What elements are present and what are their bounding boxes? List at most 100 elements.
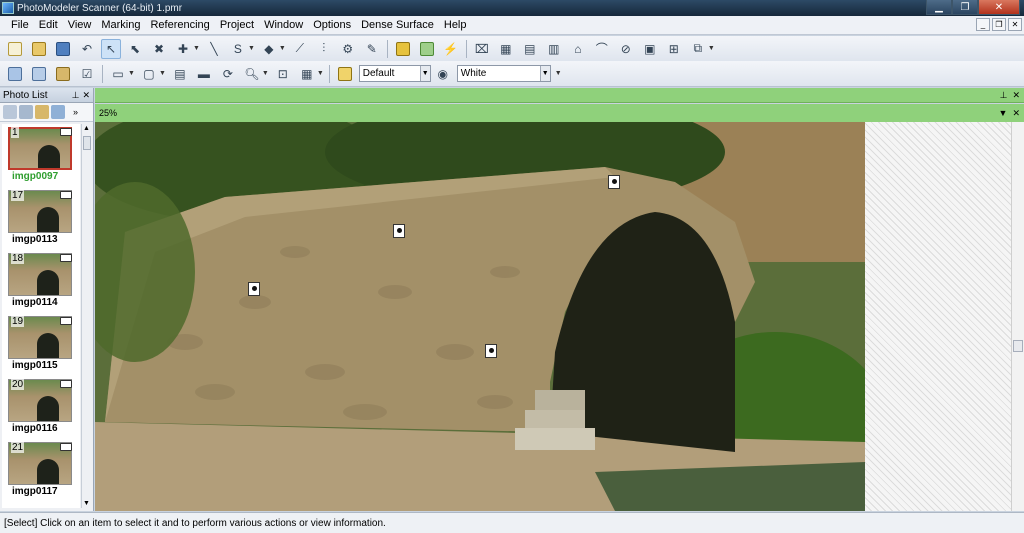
photo-view-icon[interactable] — [5, 64, 25, 84]
viewer-scrollbar[interactable] — [1011, 122, 1024, 511]
sort-icon[interactable] — [35, 105, 49, 119]
calendar-icon[interactable]: ▤ — [170, 64, 190, 84]
menu-window[interactable]: Window — [259, 19, 308, 31]
edit-table-icon[interactable]: ▥ — [544, 39, 564, 59]
menu-referencing[interactable]: Referencing — [145, 19, 214, 31]
sub-pixel-icon[interactable]: ⫶ — [314, 39, 334, 59]
filter-icon[interactable] — [51, 105, 65, 119]
coded-target-marker[interactable] — [393, 224, 405, 238]
color-select[interactable]: White ▼ — [456, 65, 551, 82]
coded-target-marker[interactable] — [248, 282, 260, 296]
quality-icon[interactable] — [417, 39, 437, 59]
pin-icon[interactable]: ⊥ — [72, 90, 80, 101]
menu-file[interactable]: File — [6, 19, 34, 31]
coded-target-marker[interactable] — [485, 344, 497, 358]
minimize-button[interactable]: ▁ — [926, 0, 952, 15]
list-item[interactable]: 21 imgp0117 — [2, 439, 80, 502]
menu-edit[interactable]: Edit — [34, 19, 63, 31]
mdi-restore-button[interactable]: ❐ — [992, 18, 1006, 31]
menu-view[interactable]: View — [63, 19, 97, 31]
dropdown-arrow-icon[interactable]: ▼ — [279, 45, 286, 52]
chevron-down-icon[interactable]: ▼ — [539, 66, 550, 81]
undo-icon[interactable]: ↶ — [77, 39, 97, 59]
menu-dense-surface[interactable]: Dense Surface — [356, 19, 439, 31]
chevron-down-icon[interactable]: ▼ — [419, 66, 430, 81]
dropdown-arrow-icon[interactable]: ▼ — [193, 45, 200, 52]
export-icon[interactable]: ⊞ — [664, 39, 684, 59]
menu-options[interactable]: Options — [308, 19, 356, 31]
list-item[interactable]: 19 imgp0115 — [2, 313, 80, 376]
table-view-icon[interactable]: ▦ — [297, 64, 317, 84]
select-icon[interactable]: ↖ — [101, 38, 121, 59]
scale-icon[interactable]: ▬ — [194, 64, 214, 84]
table-icon[interactable]: ▤ — [520, 39, 540, 59]
zoom-icon[interactable]: 🔍︎ — [242, 64, 262, 84]
coded-target-marker[interactable] — [608, 175, 620, 189]
menu-project[interactable]: Project — [215, 19, 259, 31]
close-icon[interactable]: ✕ — [1012, 90, 1020, 101]
photo-viewer[interactable] — [95, 122, 1024, 511]
surface-icon[interactable]: ◆ — [259, 39, 279, 59]
3d-view-icon[interactable] — [53, 64, 73, 84]
auto-reference-icon[interactable]: ✎ — [362, 39, 382, 59]
list-item[interactable]: 18 imgp0114 — [2, 250, 80, 313]
select-region-icon[interactable]: ⬉ — [125, 39, 145, 59]
window-layout-icon[interactable]: ▭ — [108, 64, 128, 84]
menu-help[interactable]: Help — [439, 19, 472, 31]
scroll-down-icon[interactable]: ▼ — [83, 500, 90, 507]
scrollbar-thumb[interactable] — [1013, 340, 1023, 352]
dropdown-arrow-icon[interactable]: ▼ — [262, 70, 269, 77]
list-item[interactable]: 17 imgp0113 — [2, 187, 80, 250]
dropdown-arrow-icon[interactable]: ▼ — [248, 45, 255, 52]
checklist-icon[interactable]: ☑ — [77, 64, 97, 84]
process-icon[interactable] — [393, 39, 413, 59]
style-select[interactable]: Default ▼ — [358, 65, 431, 82]
idealize-icon[interactable]: ▣ — [640, 39, 660, 59]
save-icon[interactable] — [53, 39, 73, 59]
color-icon[interactable]: ◉ — [433, 64, 453, 84]
grid-icon[interactable]: ▦ — [496, 39, 516, 59]
new-project-icon[interactable] — [5, 39, 25, 59]
mark-curves-icon[interactable]: S — [228, 39, 248, 59]
reference-icon[interactable]: ⚙ — [338, 39, 358, 59]
close-icon[interactable]: ✕ — [1012, 108, 1020, 119]
run-icon[interactable]: ⚡ — [441, 39, 461, 59]
frame-icon[interactable]: ▢ — [139, 64, 159, 84]
mdi-close-button[interactable]: ✕ — [1008, 18, 1022, 31]
thumbnail-view-icon[interactable] — [19, 105, 33, 119]
dropdown-arrow-icon[interactable]: ▼ — [128, 70, 135, 77]
camera-icon[interactable]: ⌂ — [568, 39, 588, 59]
list-view-icon[interactable] — [3, 105, 17, 119]
dropdown-arrow-icon[interactable]: ▼ — [708, 45, 715, 52]
more-icon[interactable]: » — [73, 107, 78, 117]
view-options-icon[interactable]: ⧉ — [688, 39, 708, 59]
list-item[interactable]: 1 imgp0097 — [2, 124, 80, 187]
refresh-icon[interactable]: ⟳ — [218, 64, 238, 84]
fit-icon[interactable]: ⊡ — [273, 64, 293, 84]
open-icon[interactable] — [29, 39, 49, 59]
bridge-photo[interactable] — [95, 122, 865, 511]
photo-list-scrollbar[interactable]: ▲ ▼ — [81, 124, 91, 508]
scrollbar-thumb[interactable] — [83, 136, 91, 150]
measure-icon[interactable]: ⌧ — [472, 39, 492, 59]
pin-icon[interactable]: ⊥ — [1000, 90, 1008, 101]
dropdown-arrow-icon[interactable]: ▼ — [555, 70, 562, 77]
list-item[interactable]: 20 imgp0116 — [2, 376, 80, 439]
scroll-up-icon[interactable]: ▲ — [83, 125, 90, 132]
menu-marking[interactable]: Marking — [96, 19, 145, 31]
dense-surface-icon[interactable]: ⊘ — [616, 39, 636, 59]
mdi-minimize-button[interactable]: _ — [976, 18, 990, 31]
close-icon[interactable]: ✕ — [82, 90, 90, 101]
dropdown-arrow-icon[interactable]: ▼ — [317, 70, 324, 77]
close-button[interactable]: ✕ — [978, 0, 1020, 15]
texture-icon[interactable]: ⌒ — [592, 39, 612, 59]
mark-points-icon[interactable]: ✚ — [173, 39, 193, 59]
delete-icon[interactable]: ✖ — [149, 39, 169, 59]
edge-icon[interactable]: ⟋ — [290, 39, 310, 59]
mark-lines-icon[interactable]: ╲ — [204, 39, 224, 59]
dropdown-arrow-icon[interactable]: ▼ — [159, 70, 166, 77]
zoom-photo-icon[interactable] — [29, 64, 49, 84]
maximize-button[interactable]: ❐ — [952, 0, 978, 15]
style-icon[interactable] — [335, 64, 355, 84]
chevron-down-icon[interactable]: ▼ — [999, 108, 1008, 119]
